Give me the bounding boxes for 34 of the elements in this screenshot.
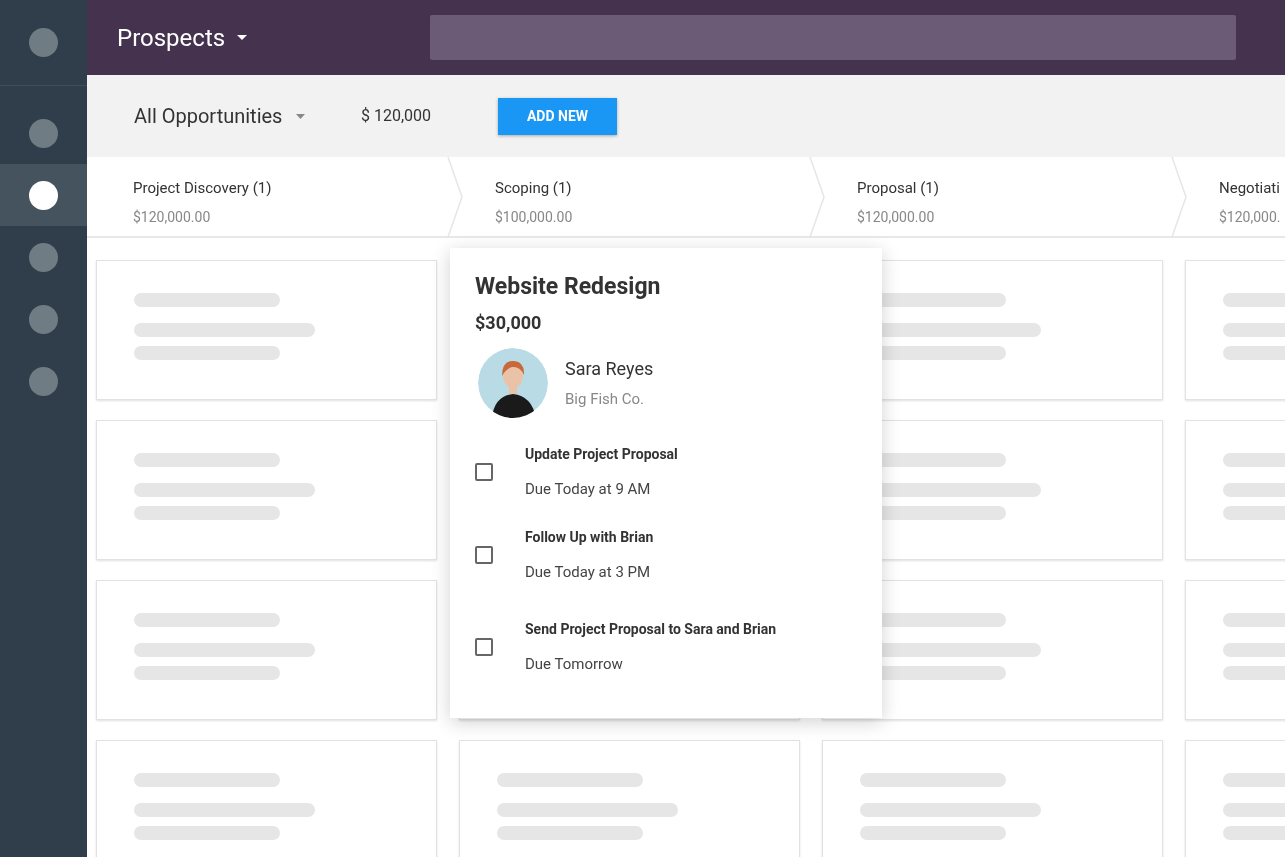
deal-amount: $30,000 [475, 311, 543, 335]
nav-icon [29, 118, 58, 148]
app-icon[interactable] [29, 28, 58, 57]
stage-name[interactable]: Scoping (1) [495, 177, 572, 200]
nav-icon [29, 242, 58, 272]
filter-dropdown[interactable]: All Opportunities [134, 101, 361, 131]
company-name: Big Fish Co. [565, 389, 646, 411]
task-checkbox[interactable] [475, 545, 493, 564]
stage-amount: $100,000.00 [495, 207, 573, 227]
nav-icon [29, 180, 58, 210]
contact-name: Sara Reyes [565, 357, 654, 382]
stage-amount: $120,000.00 [857, 207, 935, 227]
stage-amount: $120,000.00 [133, 207, 211, 227]
sidebar-item[interactable] [0, 164, 87, 226]
total-amount: $ 120,000 [361, 105, 433, 127]
task-title: Update Project Proposal [525, 445, 678, 464]
task-checkbox[interactable] [475, 638, 493, 657]
task-due: Due Today at 3 PM [525, 561, 652, 583]
caret-icon [296, 113, 306, 119]
task-due: Due Today at 9 AM [525, 479, 652, 500]
task-checkbox[interactable] [475, 463, 493, 482]
task-due: Due Tomorrow [525, 654, 624, 675]
stage-amount: $120,000. [1219, 207, 1281, 227]
stage-name[interactable]: Project Discovery (1) [133, 177, 272, 200]
stage-name[interactable]: Negotiati [1219, 177, 1280, 200]
nav-icon [29, 366, 58, 396]
task-title: Send Project Proposal to Sara and Brian [525, 620, 777, 639]
title-dropdown[interactable]: Prospects [117, 19, 430, 56]
deal-title: Website Redesign [475, 272, 662, 302]
nav-icon [29, 304, 58, 334]
stage-name[interactable]: Proposal (1) [857, 177, 939, 200]
search-field[interactable] [430, 15, 1236, 60]
task-title: Follow Up with Brian [525, 527, 654, 547]
caret-icon [237, 35, 248, 40]
